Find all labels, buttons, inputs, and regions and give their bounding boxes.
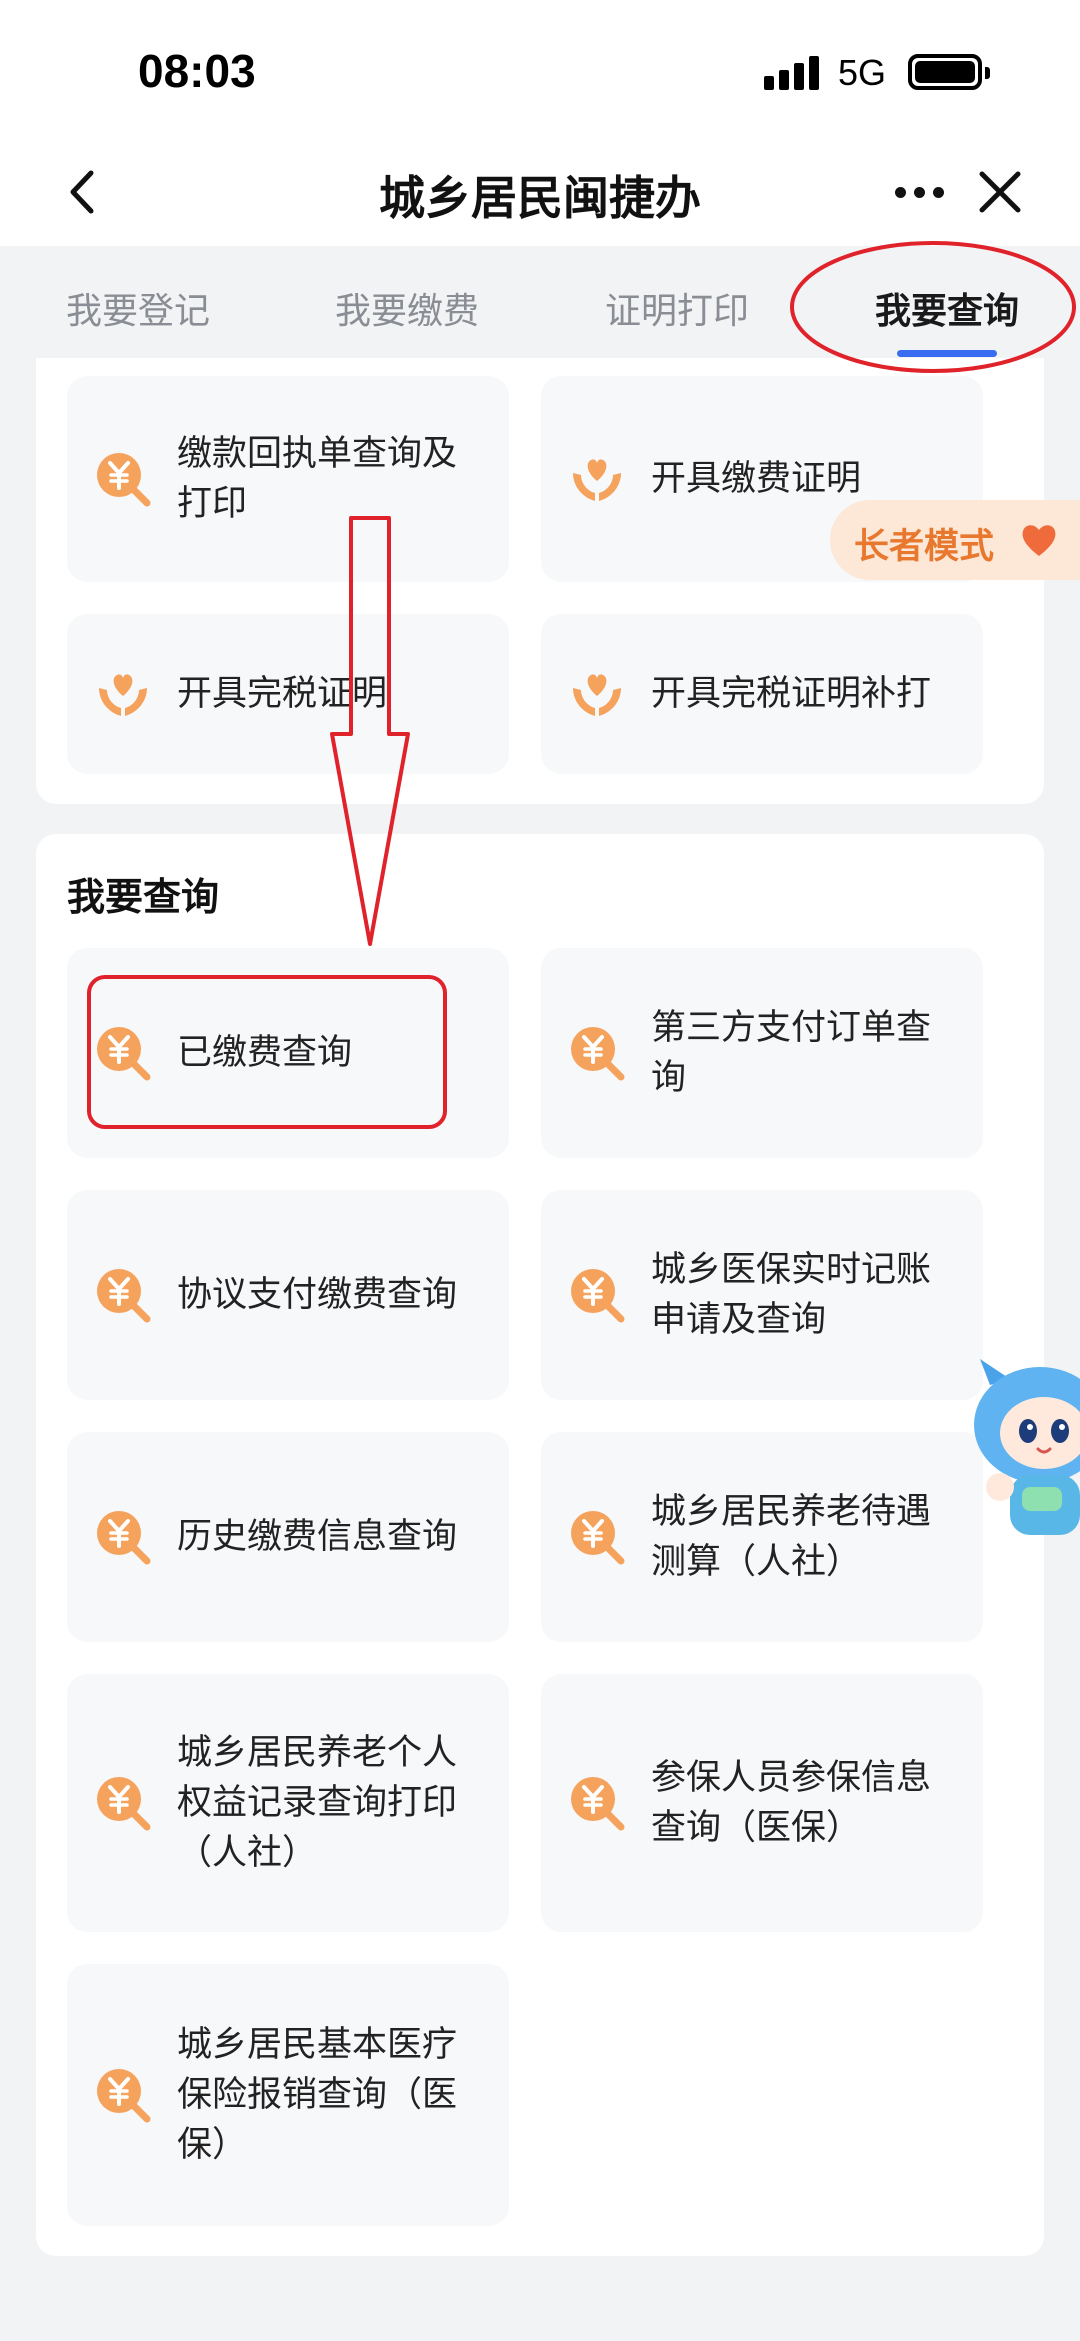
yuan-search-icon	[569, 1267, 625, 1323]
tile-history-payment-query[interactable]: 历史缴费信息查询	[67, 1432, 509, 1642]
yuan-search-icon	[95, 1509, 151, 1565]
tile-medical-realtime-billing[interactable]: 城乡医保实时记账申请及查询	[541, 1190, 983, 1400]
tile-label: 协议支付缴费查询	[177, 1275, 458, 1315]
more-dot	[913, 186, 925, 198]
tile-label: 城乡居民基本医疗保险报销查询（医保）	[177, 2025, 458, 2165]
tile-tax-certificate-reprint[interactable]: 开具完税证明补打	[541, 614, 983, 774]
battery-icon	[908, 54, 990, 90]
more-button[interactable]	[888, 166, 950, 218]
heart-hands-icon	[569, 666, 625, 722]
tile-pension-rights-record[interactable]: 城乡居民养老个人权益记录查询打印（人社）	[67, 1674, 509, 1932]
yuan-search-icon	[569, 1025, 625, 1081]
heart-icon	[1022, 525, 1056, 556]
tile-label: 第三方支付订单查询	[651, 1008, 932, 1098]
annotation-arrow	[330, 516, 410, 946]
more-dot	[894, 186, 906, 198]
annotation-circle	[790, 241, 1076, 373]
yuan-search-icon	[569, 1775, 625, 1831]
tile-pension-estimate[interactable]: 城乡居民养老待遇测算（人社）	[541, 1432, 983, 1642]
elder-mode-button[interactable]: 长者模式	[830, 500, 1080, 580]
tile-label: 城乡居民养老个人权益记录查询打印（人社）	[177, 1733, 458, 1873]
yuan-search-icon	[95, 451, 151, 507]
tile-medical-reimbursement-query[interactable]: 城乡居民基本医疗保险报销查询（医保）	[67, 1964, 509, 2226]
tab-register[interactable]: 我要登记	[66, 282, 210, 334]
mascot-assistant-icon[interactable]	[970, 1355, 1080, 1555]
section-title: 我要查询	[67, 875, 220, 919]
tile-label: 历史缴费信息查询	[177, 1517, 458, 1557]
elder-mode-label: 长者模式	[854, 527, 995, 567]
yuan-search-icon	[95, 1775, 151, 1831]
tab-pay[interactable]: 我要缴费	[335, 282, 479, 334]
tile-label: 城乡居民养老待遇测算（人社）	[651, 1492, 932, 1582]
tile-label: 开具缴费证明	[651, 459, 862, 499]
yuan-search-icon	[95, 2067, 151, 2123]
tile-label: 参保人员参保信息查询（医保）	[651, 1758, 932, 1848]
tile-label: 开具完税证明补打	[651, 674, 932, 714]
tile-label: 城乡医保实时记账申请及查询	[651, 1250, 932, 1340]
status-time: 08:03	[138, 45, 256, 97]
close-icon	[979, 171, 1021, 213]
tile-tax-certificate[interactable]: 开具完税证明	[67, 614, 509, 774]
heart-hands-icon	[569, 451, 625, 507]
yuan-search-icon	[569, 1509, 625, 1565]
heart-hands-icon	[95, 666, 151, 722]
signal-icon	[764, 56, 824, 90]
more-dot	[932, 186, 944, 198]
status-bar: 08:03 5G	[0, 0, 1080, 140]
nav-bar: 城乡居民闽捷办	[0, 140, 1080, 246]
annotation-highlight-box	[87, 975, 447, 1129]
tile-agreement-payment-query[interactable]: 协议支付缴费查询	[67, 1190, 509, 1400]
tab-certificate-print[interactable]: 证明打印	[605, 282, 749, 334]
close-button[interactable]	[974, 166, 1026, 218]
tile-third-party-order-query[interactable]: 第三方支付订单查询	[541, 948, 983, 1158]
yuan-search-icon	[95, 1267, 151, 1323]
tile-receipt-query-print[interactable]: 缴款回执单查询及打印	[67, 376, 509, 582]
tile-insured-info-query[interactable]: 参保人员参保信息查询（医保）	[541, 1674, 983, 1932]
network-label: 5G	[838, 52, 887, 93]
